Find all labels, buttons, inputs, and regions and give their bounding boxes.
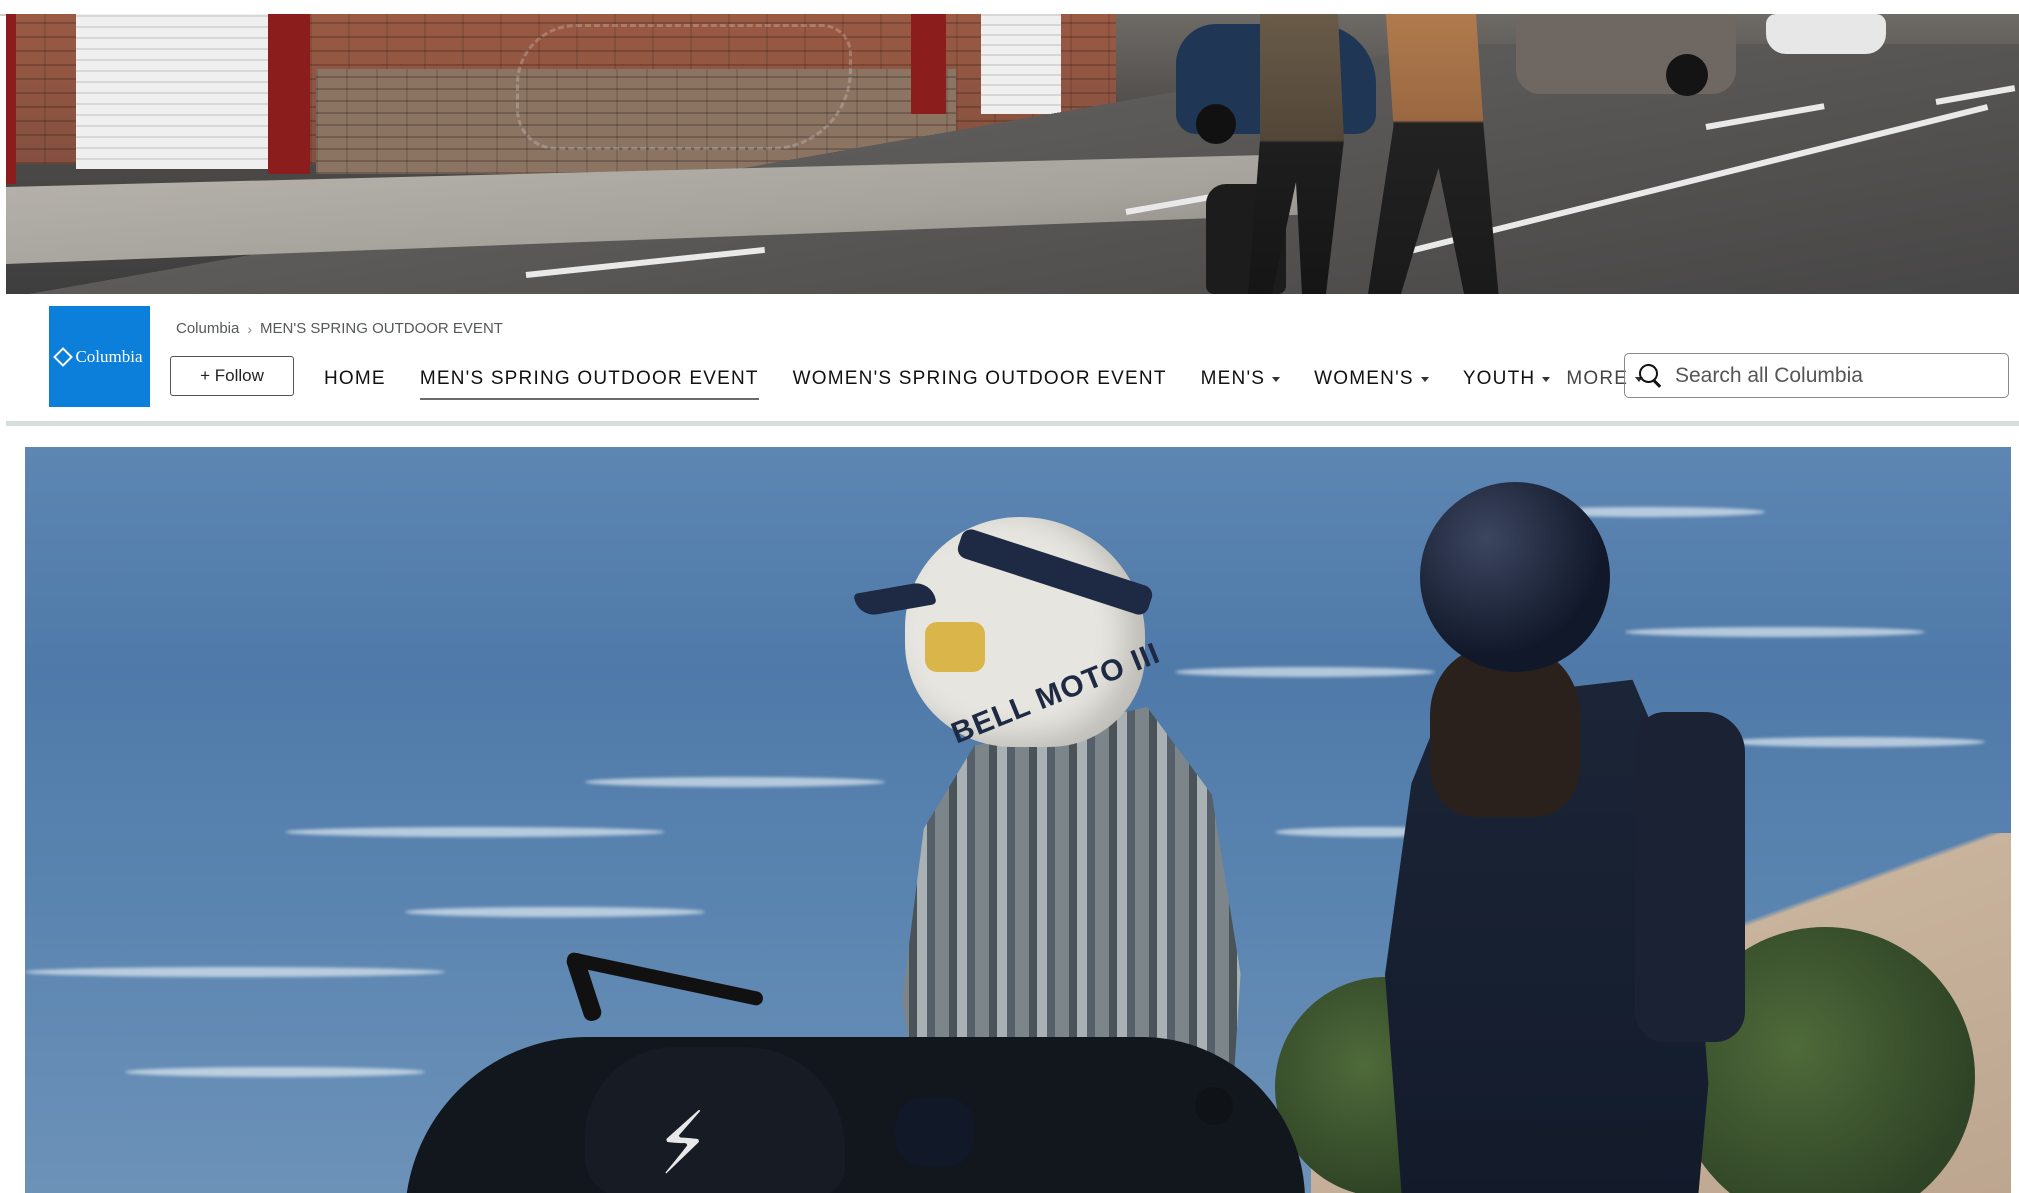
caret-down-icon — [1272, 376, 1281, 382]
wave — [1725, 737, 1985, 747]
mirror — [1195, 1087, 1233, 1125]
store-navigation: Columbia Columbia › MEN'S SPRING OUTDOOR… — [0, 294, 2019, 426]
nav-item-womens[interactable]: WOMEN'S — [1314, 362, 1429, 396]
glove — [895, 1097, 975, 1167]
hair — [1430, 647, 1580, 817]
nav-bar: HOME MEN'S SPRING OUTDOOR EVENT WOMEN'S … — [324, 362, 1677, 400]
nav-item-label: MEN'S — [1200, 368, 1266, 389]
wave — [405, 907, 705, 917]
nav-item-label: WOMEN'S — [1314, 368, 1414, 389]
wave — [25, 967, 445, 977]
motorcycle — [405, 1037, 1305, 1193]
car-wheel — [1666, 54, 1708, 96]
wave — [585, 777, 885, 787]
nav-item-womens-spring-outdoor-event[interactable]: WOMEN'S SPRING OUTDOOR EVENT — [793, 362, 1167, 396]
nav-divider — [6, 421, 2019, 426]
nav-item-mens-spring-outdoor-event[interactable]: MEN'S SPRING OUTDOOR EVENT — [419, 362, 759, 400]
store-page: Columbia Columbia › MEN'S SPRING OUTDOOR… — [0, 0, 2019, 1193]
wave — [285, 827, 665, 837]
wave — [1175, 667, 1435, 677]
breadcrumb: Columbia › MEN'S SPRING OUTDOOR EVENT — [176, 320, 503, 337]
nav-item-label: HOME — [324, 368, 386, 389]
breadcrumb-root-link[interactable]: Columbia — [176, 320, 239, 337]
search-input[interactable] — [1673, 362, 1997, 389]
search-box — [1624, 353, 2009, 398]
nav-item-label: MEN'S SPRING OUTDOOR EVENT — [419, 368, 759, 389]
logo-text: Columbia — [75, 346, 143, 366]
nav-item-label: YOUTH — [1462, 368, 1536, 389]
hero-banner-image — [6, 14, 2019, 294]
nav-item-youth[interactable]: YOUTH — [1463, 362, 1551, 396]
nav-item-label: WOMEN'S SPRING OUTDOOR EVENT — [792, 368, 1167, 389]
columbia-diamond-icon — [53, 346, 74, 367]
columbia-logo[interactable]: Columbia — [49, 306, 150, 407]
backpack — [1635, 712, 1745, 1042]
caret-down-icon — [1420, 376, 1429, 382]
nav-item-label: MORE — [1566, 368, 1629, 389]
follow-button[interactable]: + Follow — [170, 356, 294, 396]
white-car — [1766, 14, 1886, 54]
chevron-right-icon: › — [247, 320, 253, 337]
goggles — [925, 622, 985, 672]
car-wheel — [1196, 104, 1236, 144]
nav-item-home[interactable]: HOME — [324, 362, 386, 396]
breadcrumb-current: MEN'S SPRING OUTDOOR EVENT — [260, 320, 503, 337]
wave — [1625, 627, 1925, 637]
wave — [125, 1067, 425, 1077]
nav-item-mens[interactable]: MEN'S — [1201, 362, 1281, 396]
black-helmet — [1420, 482, 1610, 672]
caret-down-icon — [1542, 376, 1551, 382]
main-banner-image[interactable]: BELL MOTO III ⚡ — [25, 447, 2011, 1193]
search-icon[interactable] — [1637, 362, 1665, 390]
